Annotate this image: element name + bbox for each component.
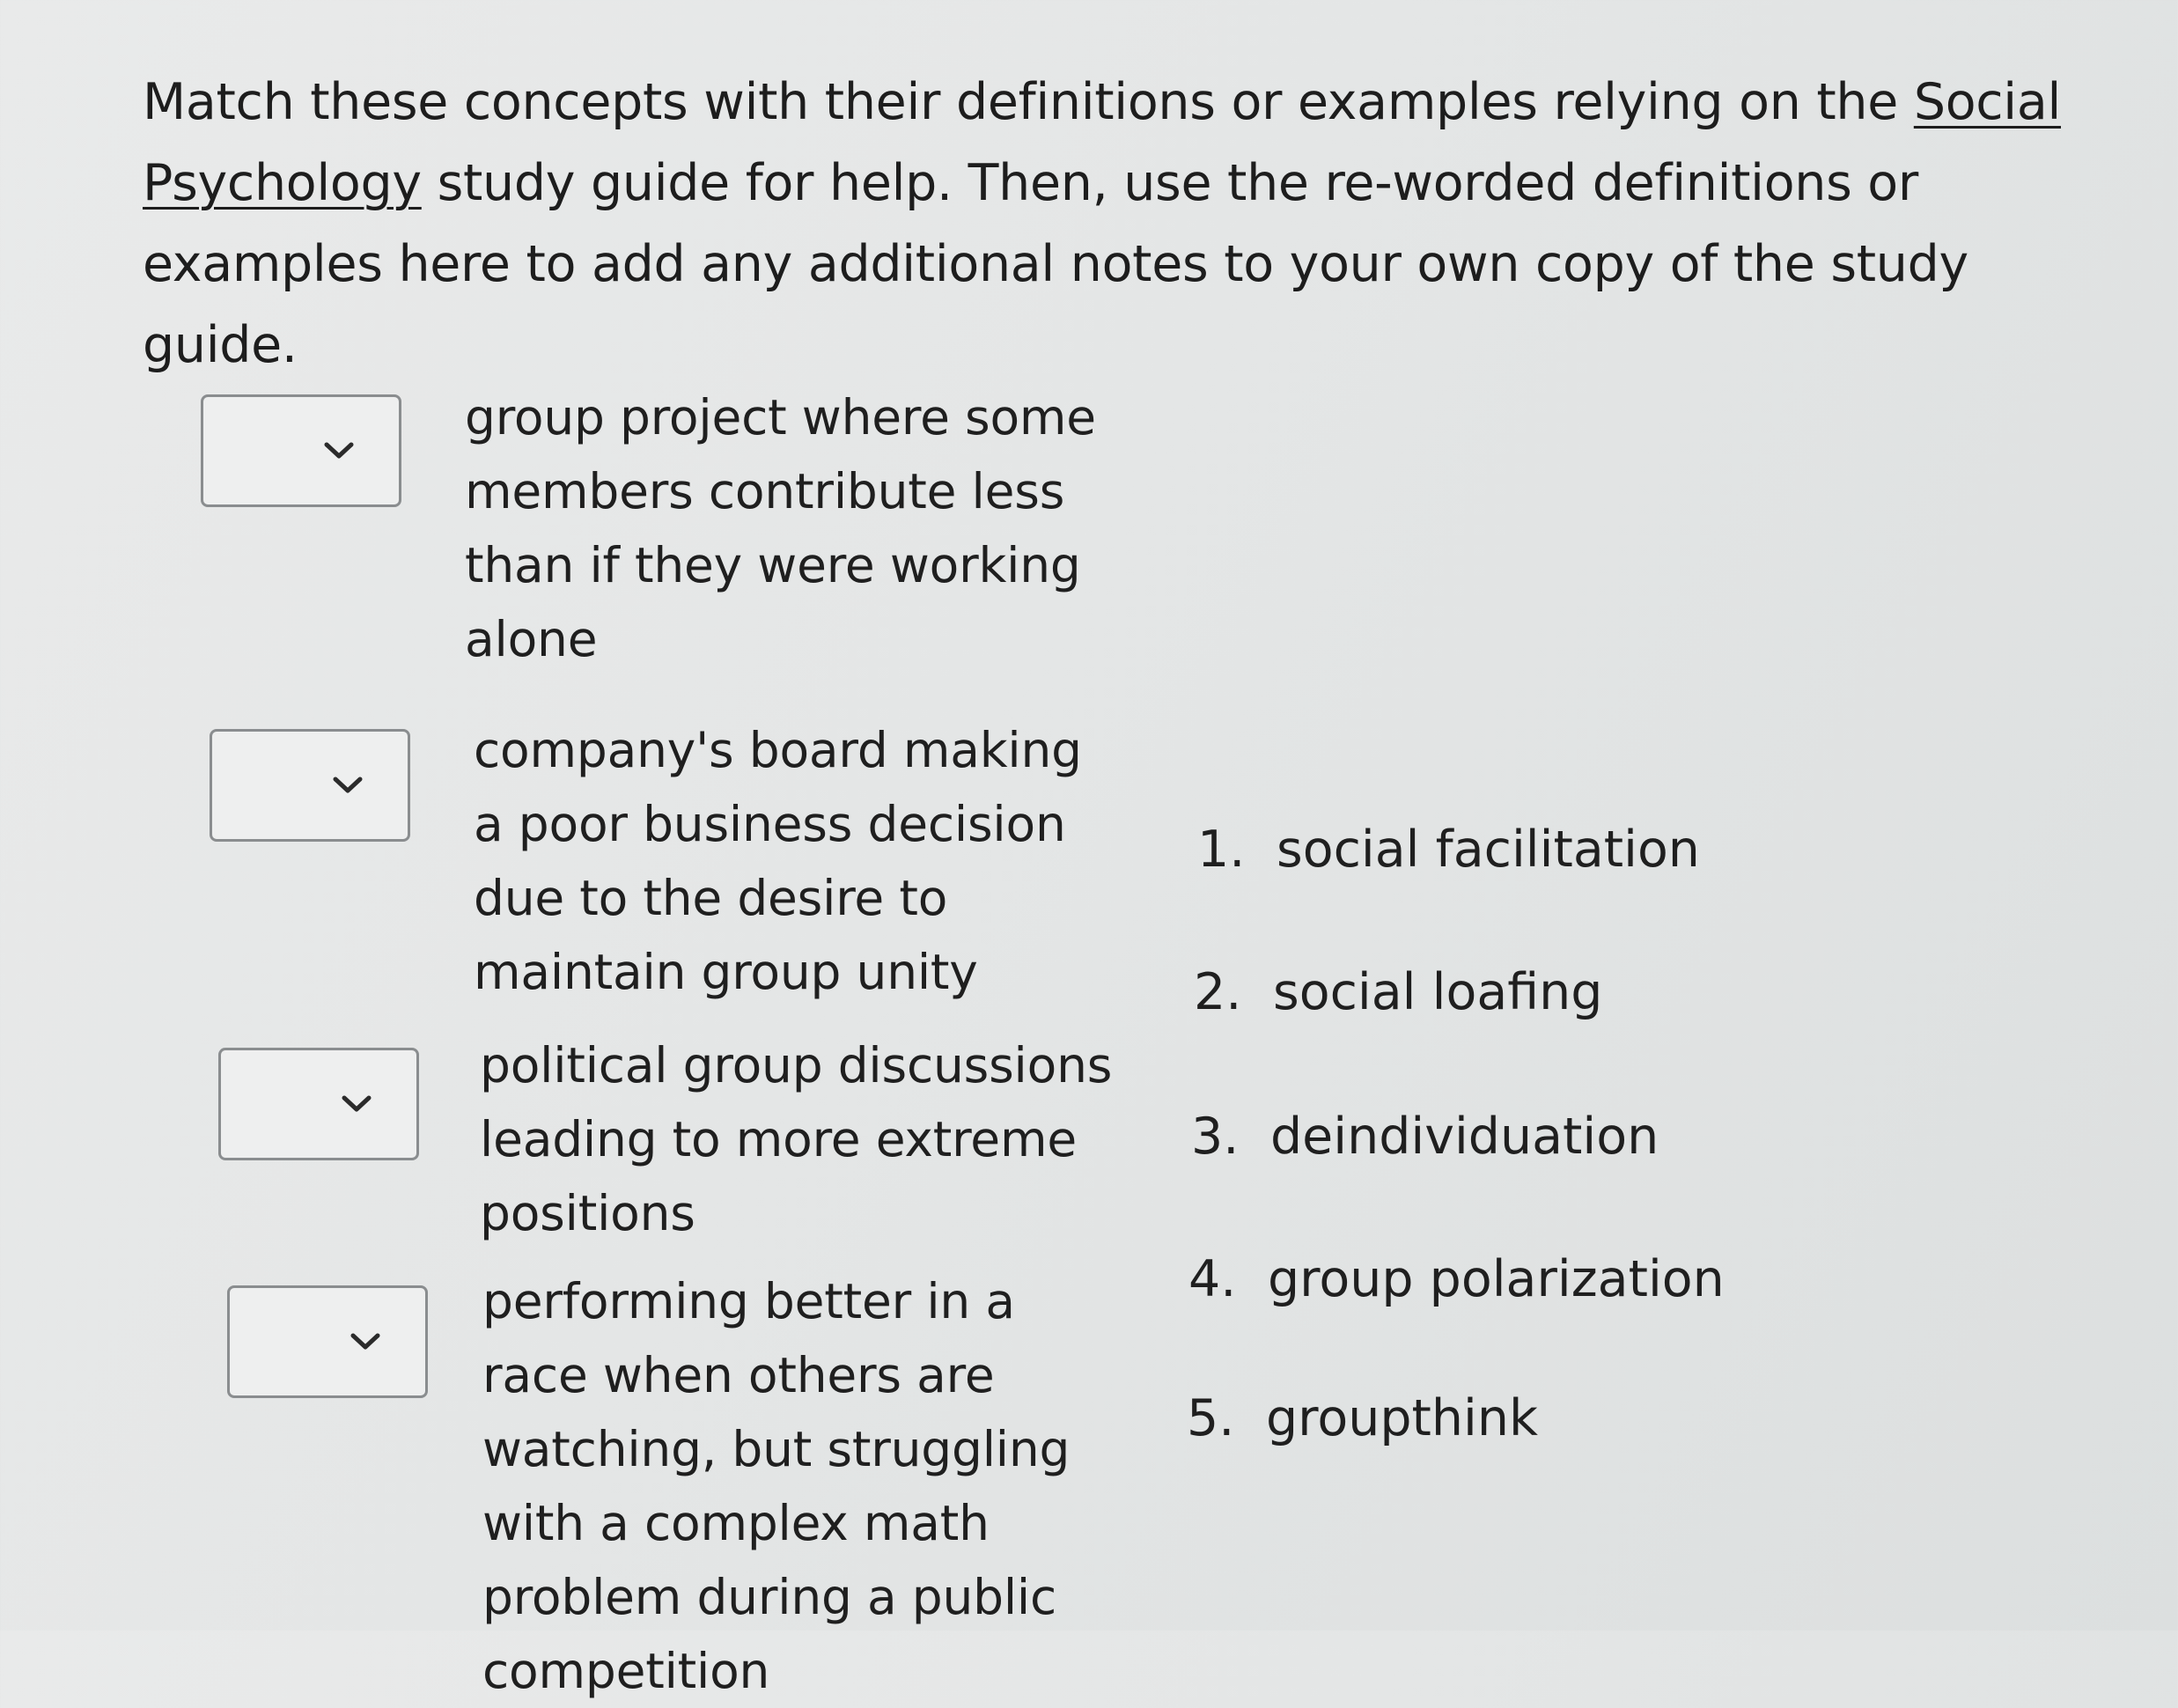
answer-number: 4. [1188, 1250, 1237, 1308]
chevron-down-icon [342, 1095, 372, 1112]
match-prompt-2: company's board making a poor business d… [474, 722, 1082, 1000]
answer-item-5: 5. groupthink [1187, 1388, 1538, 1449]
answer-number: 5. [1187, 1389, 1235, 1447]
instructions-text-start: Match these concepts with their definiti… [143, 73, 1914, 131]
chevron-down-icon [324, 442, 354, 459]
question-instructions: Match these concepts with their definiti… [143, 62, 2115, 386]
matching-question: Match these concepts with their definiti… [0, 0, 2178, 1699]
match-prompt-3: political group discussions leading to m… [480, 1037, 1113, 1241]
match-select-4[interactable] [227, 1285, 428, 1398]
answer-number: 1. [1197, 821, 1246, 879]
answer-label: groupthink [1266, 1389, 1538, 1447]
match-select-3[interactable] [218, 1048, 419, 1160]
chevron-down-icon [350, 1333, 380, 1350]
match-select-2[interactable] [210, 729, 410, 842]
answer-item-2: 2. social loafing [1194, 961, 1602, 1023]
answer-item-1: 1. social facilitation [1197, 819, 1700, 880]
answer-label: social loafing [1273, 963, 1603, 1021]
match-prompt-1: group project where some members contrib… [465, 389, 1096, 667]
answer-item-3: 3. deindividuation [1191, 1106, 1659, 1167]
answer-number: 3. [1191, 1108, 1240, 1166]
answer-label: group polarization [1268, 1250, 1725, 1308]
answer-number: 2. [1194, 963, 1242, 1021]
match-prompt-4: performing better in a race when others … [482, 1273, 1071, 1699]
chevron-down-icon [333, 777, 363, 793]
answer-label: social facilitation [1277, 821, 1700, 879]
match-select-1[interactable] [201, 394, 401, 507]
answer-label: deindividuation [1270, 1108, 1659, 1166]
answer-item-4: 4. group polarization [1188, 1248, 1725, 1310]
